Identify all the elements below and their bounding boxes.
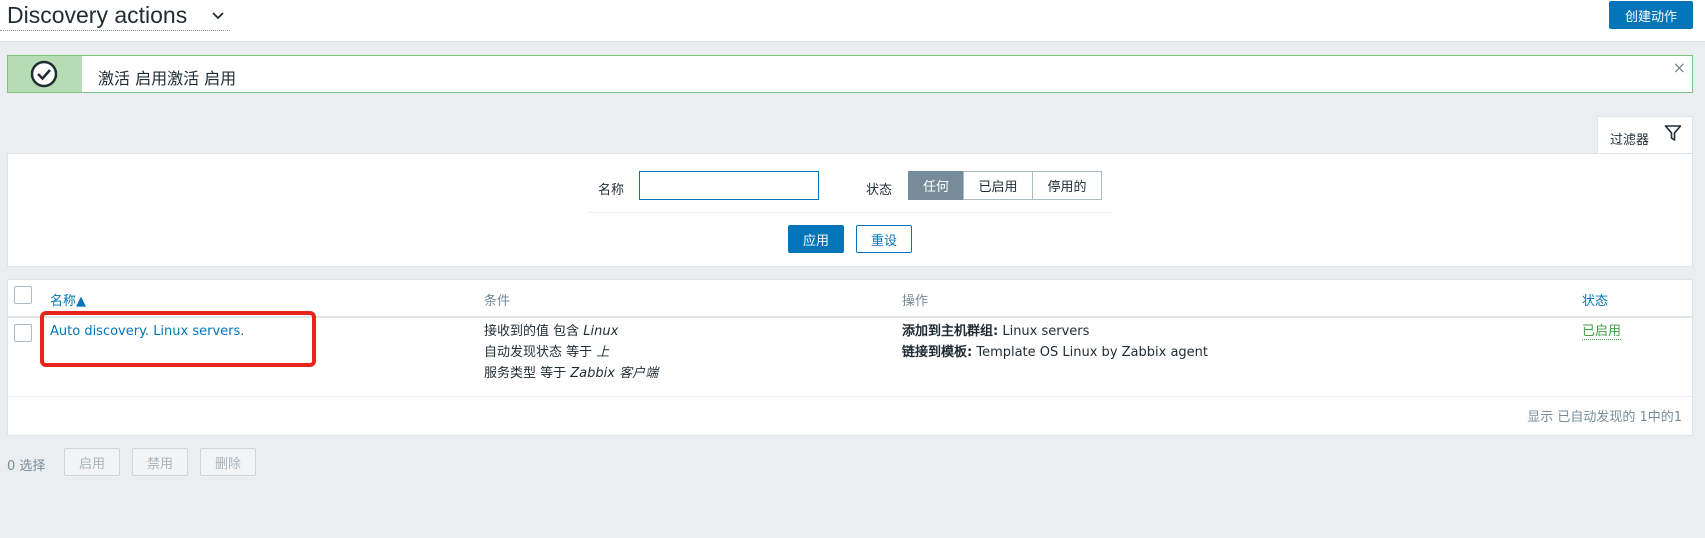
condition-line: 自动发现状态 等于 上 — [484, 345, 610, 360]
apply-button[interactable]: 应用 — [788, 225, 844, 253]
actions-table: 名称▲ 条件 操作 状态 Auto discovery. Linux serve… — [7, 279, 1693, 436]
row-divider — [8, 396, 1692, 397]
condition-line: 接收到的值 包含 Linux — [484, 324, 619, 339]
check-circle-icon — [30, 60, 58, 88]
enable-button[interactable]: 启用 — [64, 448, 120, 476]
delete-button[interactable]: 删除 — [200, 448, 256, 476]
close-icon[interactable]: × — [1673, 58, 1686, 77]
filter-tab[interactable]: 过滤器 — [1597, 116, 1693, 154]
status-badge[interactable]: 已启用 — [1582, 324, 1622, 340]
filter-panel: 名称 状态 任何 已启用 停用的 应用 重设 — [7, 153, 1693, 267]
condition-line: 服务类型 等于 Zabbix 客户端 — [484, 366, 659, 381]
operation-line: 链接到模板: Template OS Linux by Zabbix agent — [902, 345, 1209, 360]
row-checkbox[interactable] — [14, 324, 32, 342]
conditions-cell: 接收到的值 包含 Linux 自动发现状态 等于 上 服务类型 等于 Zabbi… — [484, 321, 658, 384]
message-text: 激活 启用激活 启用 — [98, 69, 237, 88]
create-action-button[interactable]: 创建动作 — [1609, 1, 1693, 29]
select-all-checkbox[interactable] — [14, 286, 32, 304]
header-divider — [8, 316, 1692, 318]
paging-info: 显示 已自动发现的 1中的1 — [1527, 410, 1682, 425]
column-header-conditions: 条件 — [484, 294, 511, 309]
operations-cell: 添加到主机群组: Linux servers 链接到模板: Template O… — [902, 321, 1208, 363]
filter-status-label: 状态 — [866, 183, 893, 198]
disable-button[interactable]: 禁用 — [132, 448, 188, 476]
filter-name-label: 名称 — [598, 183, 625, 198]
column-header-name[interactable]: 名称▲ — [50, 290, 86, 309]
status-any-option[interactable]: 任何 — [908, 171, 964, 200]
operation-line: 添加到主机群组: Linux servers — [902, 324, 1090, 339]
column-header-status[interactable]: 状态 — [1582, 290, 1608, 309]
filter-tab-label: 过滤器 — [1610, 133, 1650, 148]
page-title-dropdown[interactable]: Discovery actions — [0, 0, 230, 31]
status-enabled-option[interactable]: 已启用 — [963, 171, 1033, 200]
page-title: Discovery actions — [7, 2, 188, 28]
column-header-operations: 操作 — [902, 294, 929, 309]
message-icon-box — [8, 56, 82, 92]
reset-button[interactable]: 重设 — [856, 225, 912, 253]
filter-divider — [588, 212, 1112, 213]
chevron-down-icon — [212, 12, 224, 20]
page-header: Discovery actions 创建动作 — [0, 0, 1705, 42]
selected-count: 0 选择 — [7, 459, 46, 474]
success-message: 激活 启用激活 启用 × — [7, 55, 1693, 93]
filter-icon — [1664, 125, 1682, 141]
action-name-link[interactable]: Auto discovery. Linux servers. — [50, 324, 244, 339]
status-disabled-option[interactable]: 停用的 — [1032, 171, 1102, 200]
filter-name-input[interactable] — [639, 171, 819, 200]
